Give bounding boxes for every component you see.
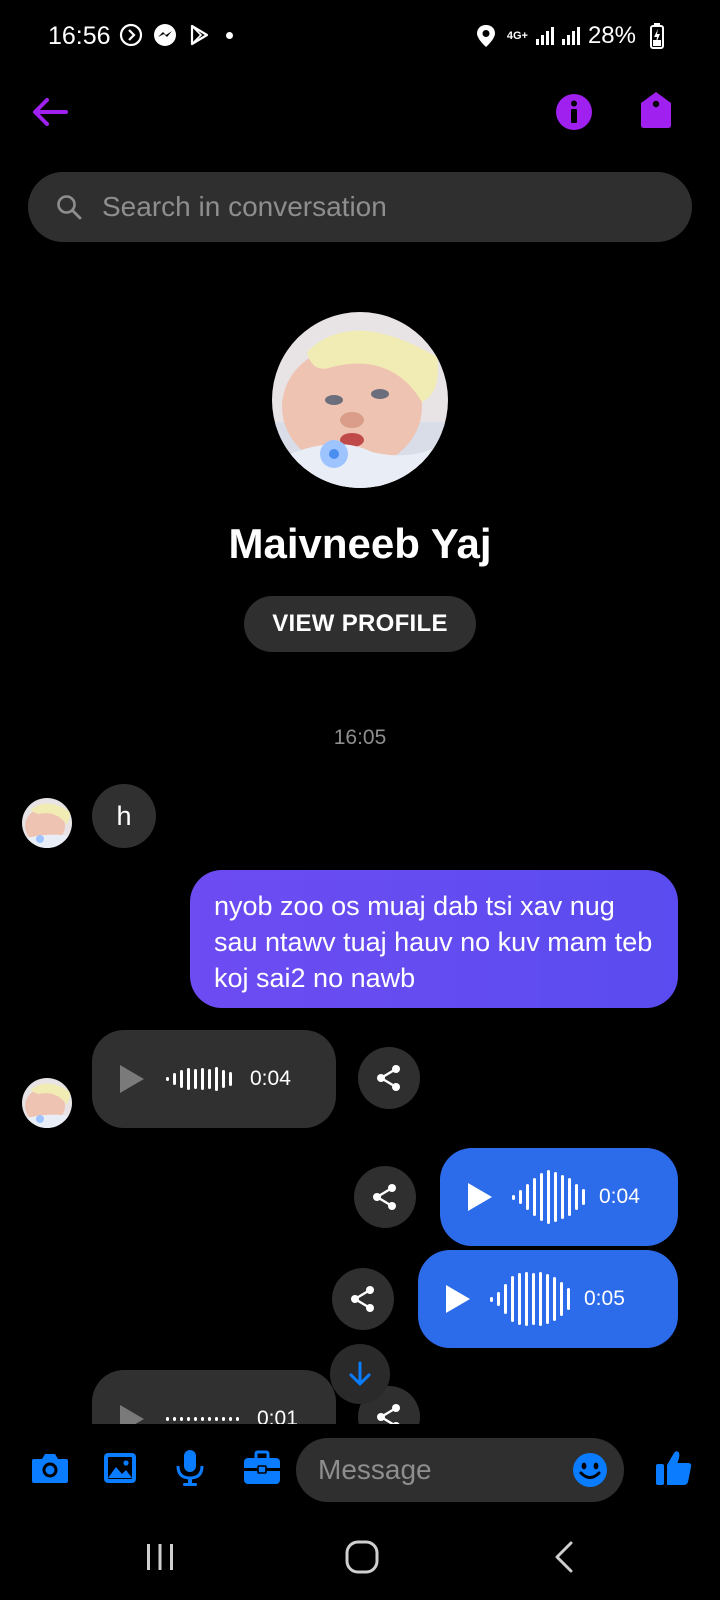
- play-icon[interactable]: [446, 1285, 470, 1313]
- arrow-left-icon: [33, 98, 68, 126]
- play-icon[interactable]: [120, 1405, 144, 1424]
- share-icon: [377, 1404, 400, 1424]
- system-navigation-bar: [0, 1514, 720, 1600]
- incoming-voice-message[interactable]: 0:04: [92, 1030, 336, 1128]
- message-composer: [0, 1424, 720, 1514]
- message-timestamp: 16:05: [333, 726, 387, 749]
- emoji-button[interactable]: [568, 1448, 612, 1492]
- message-input[interactable]: [318, 1454, 558, 1486]
- notification-dot-icon: [226, 31, 233, 39]
- profile-name: Maivneeb Yaj: [228, 520, 492, 567]
- search-input[interactable]: [102, 191, 662, 223]
- chevron-left-icon: [555, 1541, 573, 1573]
- recent-apps-icon: [147, 1544, 173, 1570]
- play-store-icon: [186, 22, 212, 48]
- sender-avatar[interactable]: [22, 798, 72, 848]
- microphone-icon: [176, 1450, 204, 1486]
- network-type: 4G+: [506, 30, 528, 42]
- business-tools-button[interactable]: [236, 1442, 288, 1494]
- play-icon[interactable]: [120, 1065, 144, 1093]
- back-nav-button[interactable]: [534, 1534, 594, 1580]
- info-icon: [556, 94, 592, 130]
- scroll-to-bottom-button[interactable]: [330, 1344, 390, 1404]
- status-bar: 16:56 4G+ 28%: [0, 0, 720, 72]
- battery-percent: 28%: [587, 22, 636, 49]
- image-icon: [104, 1453, 136, 1483]
- search-icon: [57, 195, 82, 220]
- share-icon: [377, 1065, 400, 1091]
- camera-icon: [32, 1454, 68, 1483]
- tag-button[interactable]: [634, 88, 678, 132]
- waveform: [490, 1271, 570, 1327]
- view-profile-button[interactable]: VIEW PROFILE: [244, 596, 476, 652]
- tag-icon: [641, 92, 671, 128]
- signal-icon: [535, 27, 554, 45]
- share-button[interactable]: [354, 1166, 416, 1228]
- outgoing-message[interactable]: nyob zoo os muaj dab tsi xav nug sau nta…: [190, 870, 678, 1008]
- emoji-icon: [573, 1453, 607, 1487]
- outgoing-voice-message[interactable]: 0:05: [418, 1250, 678, 1348]
- share-icon: [351, 1286, 374, 1312]
- signal-icon: [561, 27, 580, 45]
- play-icon[interactable]: [468, 1183, 492, 1211]
- share-button[interactable]: [358, 1047, 420, 1109]
- circle-play-icon: [118, 22, 144, 48]
- gallery-button[interactable]: [94, 1442, 146, 1494]
- like-button[interactable]: [648, 1442, 700, 1494]
- messenger-icon: [152, 22, 178, 48]
- waveform: [512, 1169, 585, 1225]
- home-button[interactable]: [332, 1534, 392, 1580]
- profile-avatar[interactable]: [272, 312, 448, 488]
- location-icon: [473, 23, 499, 49]
- home-icon: [345, 1540, 379, 1574]
- outgoing-voice-message[interactable]: 0:04: [440, 1148, 678, 1246]
- voice-duration: 0:05: [584, 1287, 625, 1310]
- recent-apps-button[interactable]: [130, 1534, 190, 1580]
- back-button[interactable]: [28, 90, 72, 134]
- incoming-voice-message[interactable]: 0:01: [92, 1370, 336, 1424]
- status-time: 16:56: [48, 22, 111, 50]
- voice-duration: 0:04: [250, 1067, 291, 1090]
- share-button[interactable]: [332, 1268, 394, 1330]
- camera-button[interactable]: [24, 1442, 76, 1494]
- search-bar[interactable]: [28, 172, 692, 242]
- voice-record-button[interactable]: [164, 1442, 216, 1494]
- voice-duration: 0:01: [257, 1407, 298, 1424]
- sender-avatar[interactable]: [22, 1078, 72, 1128]
- incoming-message[interactable]: h: [92, 784, 156, 848]
- voice-duration: 0:04: [599, 1185, 640, 1208]
- briefcase-icon: [244, 1450, 280, 1484]
- conversation-header: [0, 72, 720, 148]
- waveform: [166, 1391, 239, 1424]
- message-input-container[interactable]: [296, 1438, 624, 1502]
- battery-charging-icon: [644, 23, 670, 49]
- thumbs-up-icon: [656, 1451, 692, 1485]
- info-button[interactable]: [552, 90, 596, 134]
- share-icon: [373, 1184, 396, 1210]
- arrow-down-icon: [349, 1361, 371, 1386]
- waveform: [166, 1051, 232, 1107]
